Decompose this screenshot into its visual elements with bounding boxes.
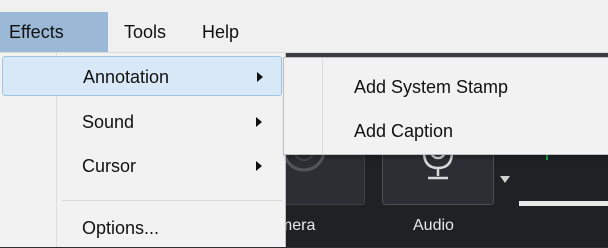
submenu-item-label: Add System Stamp (354, 77, 509, 97)
menu-item-options[interactable]: Options... (2, 208, 282, 248)
submenu-item-label: Add Caption (354, 121, 454, 141)
audio-label: Audio (413, 217, 454, 234)
submenu-item-add-caption[interactable]: Add Caption (286, 111, 606, 151)
menu-item-label: Annotation (83, 67, 170, 87)
menu-item-label: Cursor (82, 156, 137, 176)
audio-level-slider[interactable] (519, 201, 608, 206)
menu-item-annotation[interactable]: Annotation (2, 56, 282, 96)
menu-effects[interactable]: Effects (0, 12, 108, 52)
submenu-item-add-system-stamp[interactable]: Add System Stamp (286, 67, 606, 107)
effects-dropdown-menu: Annotation Sound Cursor Options... (0, 53, 286, 247)
submenu-arrow-icon (256, 161, 262, 171)
audio-dropdown-arrow-icon[interactable] (500, 176, 510, 183)
submenu-arrow-icon (256, 117, 262, 127)
annotation-submenu: Add System Stamp Add Caption (283, 57, 608, 155)
menu-item-cursor[interactable]: Cursor (2, 146, 282, 186)
submenu-arrow-icon (257, 72, 263, 82)
menu-separator (62, 200, 282, 201)
menu-item-sound[interactable]: Sound (2, 102, 282, 142)
menu-help[interactable]: Help (193, 12, 248, 52)
menu-tools[interactable]: Tools (115, 12, 175, 52)
menu-item-label: Options... (82, 218, 160, 238)
menu-bar: Effects Tools Help (0, 12, 608, 53)
menu-item-label: Sound (82, 112, 135, 132)
